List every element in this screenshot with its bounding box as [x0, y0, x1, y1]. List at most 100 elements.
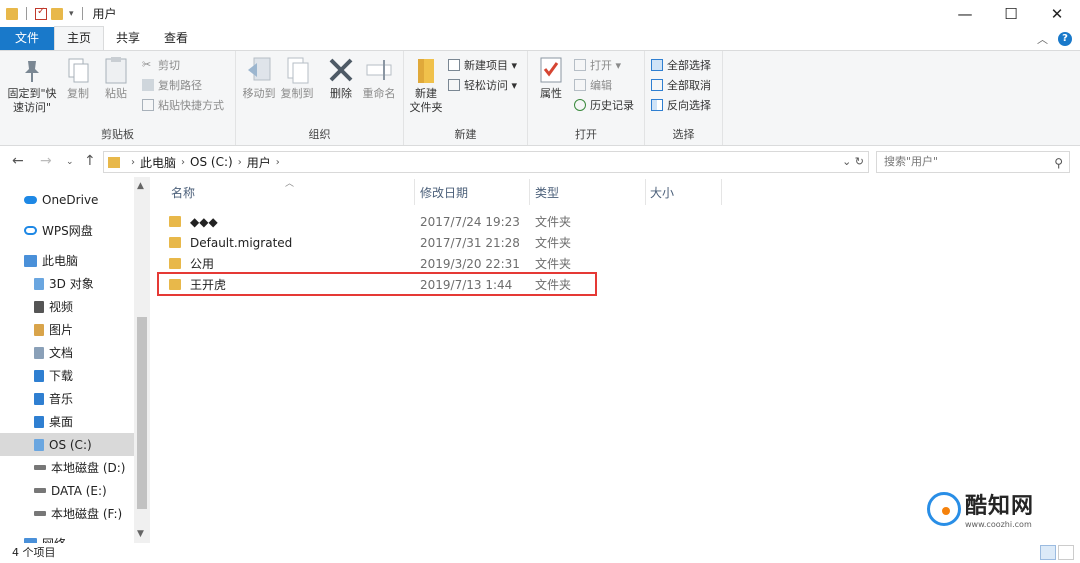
breadcrumb-users[interactable]: 用户 — [247, 154, 271, 171]
properties-quick-icon[interactable] — [35, 6, 47, 20]
search-input[interactable]: 搜索"用户" ⚲ — [876, 151, 1070, 173]
column-header-type[interactable]: 类型 — [535, 177, 645, 207]
search-placeholder: 搜索"用户" — [884, 155, 939, 168]
search-icon[interactable]: ⚲ — [1054, 153, 1063, 173]
scroll-down-icon[interactable]: ▼ — [137, 529, 144, 539]
up-arrow-icon[interactable]: ↑ — [84, 153, 96, 169]
file-type: 文件夹 — [535, 236, 572, 250]
breadcrumb-this-pc[interactable]: 此电脑 — [140, 154, 176, 171]
rename-button[interactable]: 重命名 — [360, 55, 398, 101]
table-row[interactable]: Default.migrated 2017/7/31 21:28 文件夹 — [157, 232, 887, 253]
tab-home[interactable]: 主页 — [54, 26, 105, 50]
tab-share[interactable]: 共享 — [104, 27, 152, 50]
cloud-icon — [24, 195, 37, 204]
refresh-icon[interactable]: ⌄ ↻ — [842, 155, 864, 168]
properties-button[interactable]: 属性 — [536, 55, 566, 101]
nav-item-pictures[interactable]: 图片 — [0, 318, 134, 341]
nav-item-documents[interactable]: 文档 — [0, 341, 134, 364]
paste-label: 粘贴 — [105, 87, 127, 100]
new-item-button[interactable]: 新建项目 ▾ — [448, 56, 517, 74]
cut-button[interactable]: ✂ 剪切 — [142, 56, 180, 74]
nav-item-videos[interactable]: 视频 — [0, 295, 134, 318]
video-icon — [34, 300, 44, 313]
ribbon-tabs: 文件 主页 共享 查看 ︿ ? — [0, 26, 1080, 50]
scrollbar-thumb[interactable] — [137, 317, 147, 509]
help-icon[interactable]: ? — [1058, 32, 1072, 46]
easy-access-button[interactable]: 轻松访问 ▾ — [448, 76, 517, 94]
organize-group-label: 组织 — [308, 128, 331, 141]
new-folder-button[interactable]: 新建 文件夹 — [408, 55, 444, 115]
details-view-icon[interactable] — [1040, 545, 1056, 560]
history-label: 历史记录 — [590, 99, 634, 112]
recent-locations-icon[interactable]: ⌄ — [66, 157, 74, 167]
close-button[interactable]: ✕ — [1034, 0, 1080, 27]
column-header-name[interactable]: 名称 ︿ — [171, 177, 411, 207]
column-divider[interactable] — [414, 179, 415, 205]
invert-selection-button[interactable]: 反向选择 — [651, 96, 711, 114]
chevron-right-icon[interactable]: › — [181, 157, 185, 168]
chevron-right-icon[interactable]: › — [131, 157, 135, 168]
address-bar[interactable]: › 此电脑 › OS (C:) › 用户 › ⌄ ↻ — [103, 151, 869, 173]
tab-view[interactable]: 查看 — [152, 27, 200, 50]
nav-item-drive-d[interactable]: 本地磁盘 (D:) — [0, 456, 134, 479]
open-group: 属性 打开 ▾ 编辑 历史记录 打开 — [528, 51, 645, 145]
copy-path-button[interactable]: 复制路径 — [142, 76, 202, 94]
copy-to-icon — [283, 55, 311, 85]
delete-button[interactable]: 删除 — [324, 55, 358, 101]
nav-item-drive-e[interactable]: DATA (E:) — [0, 479, 134, 502]
column-divider[interactable] — [645, 179, 646, 205]
folder-icon — [169, 258, 181, 269]
nav-item-os-c[interactable]: OS (C:) — [0, 433, 134, 456]
back-arrow-icon[interactable]: ← — [12, 153, 24, 169]
column-divider[interactable] — [529, 179, 530, 205]
history-button[interactable]: 历史记录 — [574, 96, 634, 114]
nav-item-wps[interactable]: WPS网盘 — [0, 219, 134, 242]
nav-item-music[interactable]: 音乐 — [0, 387, 134, 410]
maximize-button[interactable]: ☐ — [988, 0, 1034, 27]
nav-item-network[interactable]: 网络 — [0, 532, 134, 543]
table-row[interactable]: 公用 2019/3/20 22:31 文件夹 — [157, 253, 887, 274]
move-to-button[interactable]: 移动到 — [240, 55, 278, 101]
properties-label: 属性 — [540, 87, 562, 100]
chevron-right-icon[interactable]: › — [238, 157, 242, 168]
column-header-size[interactable]: 大小 — [650, 177, 720, 207]
breadcrumb-os-c[interactable]: OS (C:) — [190, 155, 233, 169]
edit-button[interactable]: 编辑 — [574, 76, 612, 94]
nav-item-desktop[interactable]: 桌面 — [0, 410, 134, 433]
customize-dropdown-icon[interactable]: ▾ — [69, 9, 74, 19]
documents-icon — [34, 346, 44, 359]
copy-to-button[interactable]: 复制到 — [278, 55, 316, 101]
invert-selection-label: 反向选择 — [667, 99, 711, 112]
forward-arrow-icon[interactable]: → — [40, 153, 52, 169]
minimize-button[interactable]: — — [942, 0, 988, 27]
nav-item-label: 文档 — [49, 346, 74, 360]
chevron-right-icon[interactable]: › — [276, 157, 280, 168]
nav-item-onedrive[interactable]: OneDrive — [0, 188, 134, 211]
column-header-date[interactable]: 修改日期 — [420, 177, 530, 207]
copy-icon — [64, 55, 92, 85]
open-button[interactable]: 打开 ▾ — [574, 56, 621, 74]
paste-button[interactable]: 粘贴 — [100, 55, 132, 101]
nav-item-label: 本地磁盘 (F:) — [51, 507, 123, 521]
file-name: 公用 — [190, 257, 215, 271]
quick-access-toolbar: ▾ — [0, 0, 87, 27]
collapse-ribbon-icon[interactable]: ︿ — [1037, 31, 1048, 47]
scroll-up-icon[interactable]: ▲ — [137, 181, 144, 191]
paste-shortcut-button[interactable]: 粘贴快捷方式 — [142, 96, 224, 114]
large-icons-view-icon[interactable] — [1058, 545, 1074, 560]
select-none-button[interactable]: 全部取消 — [651, 76, 711, 94]
nav-item-this-pc[interactable]: 此电脑 — [0, 249, 134, 272]
nav-item-3d-objects[interactable]: 3D 对象 — [0, 272, 134, 295]
copy-button[interactable]: 复制 — [62, 55, 94, 101]
pin-quick-access-button[interactable]: 固定到"快速访问" — [6, 55, 58, 115]
table-row[interactable]: ◆◆◆ 2017/7/24 19:23 文件夹 — [157, 211, 887, 232]
new-folder-quick-icon[interactable] — [51, 7, 63, 20]
nav-item-drive-f[interactable]: 本地磁盘 (F:) — [0, 502, 134, 525]
nav-item-downloads[interactable]: 下载 — [0, 364, 134, 387]
nav-item-label: OneDrive — [42, 192, 99, 207]
nav-scrollbar[interactable]: ▲ ▼ — [134, 177, 150, 543]
select-all-button[interactable]: 全部选择 — [651, 56, 711, 74]
column-divider[interactable] — [721, 179, 722, 205]
new-folder-label: 新建 文件夹 — [409, 87, 443, 114]
tab-file[interactable]: 文件 — [0, 27, 54, 50]
